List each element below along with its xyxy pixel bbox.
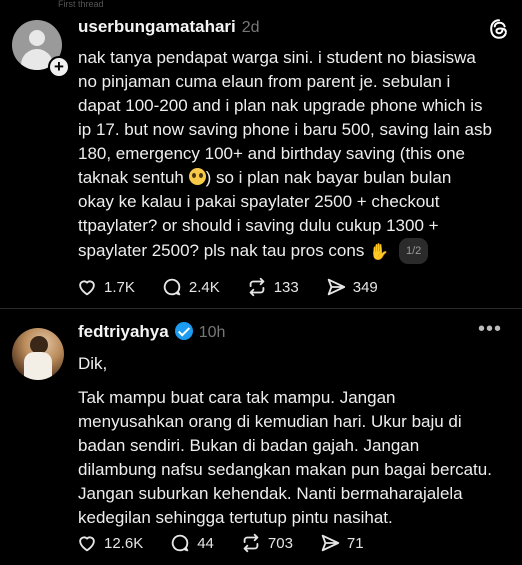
post-line: no pinjaman cuma elaun from parent je. s…	[78, 72, 451, 91]
post-line: Tak mampu buat cara tak mampu. Jangan	[78, 388, 396, 407]
like-button[interactable]: 1.7K	[76, 276, 135, 298]
repost-count: 133	[273, 278, 299, 296]
share-count: 71	[346, 534, 364, 552]
post-header: userbungamatahari 2d	[78, 17, 260, 37]
share-button[interactable]: 71	[319, 532, 364, 554]
repost-icon	[243, 533, 259, 553]
share-icon	[321, 534, 340, 552]
post-line: ip 17. but now saving phone i baru 500, …	[78, 120, 492, 139]
username[interactable]: fedtriyahya	[78, 322, 169, 341]
reply-count: 2.4K	[188, 278, 220, 296]
share-icon	[327, 278, 345, 296]
username[interactable]: userbungamatahari	[78, 17, 236, 36]
reply-icon	[172, 534, 189, 552]
repost-button[interactable]: 703	[240, 532, 293, 554]
post-header: fedtriyahya 10h	[78, 322, 225, 342]
verified-icon	[174, 322, 193, 340]
divider	[0, 308, 522, 309]
post-body: nak tanya pendapat warga sini. i student…	[78, 46, 514, 265]
post-line: dilambung nafsu sedangkan makan pun baga…	[78, 460, 492, 479]
post-line: dapat 100-200 and i plan nak upgrade pho…	[78, 96, 483, 115]
avatar[interactable]	[12, 328, 64, 380]
post-original: + userbungamatahari 2d nak tanya pendapat…	[0, 8, 522, 308]
heart-icon	[79, 536, 95, 552]
post-line: kedegilan sehingga tertutup pintu nasiha…	[78, 508, 393, 527]
post-line: Dik,	[78, 354, 108, 373]
post-line: badan sendiri. Bukan di badan gajah. Jan…	[78, 436, 420, 455]
thread-header-strip: First thread	[0, 0, 522, 8]
post-body: Dik, Tak mampu buat cara tak mampu. Jang…	[78, 352, 514, 530]
post-actions: 12.6K 44 703 71	[76, 532, 390, 554]
post-line: taknak sentuh ) so i plan nak bayar bula…	[78, 168, 452, 187]
like-count: 1.7K	[104, 278, 135, 296]
post-line: menyusahkan orang di kemudian hari. Ukur…	[78, 412, 462, 431]
more-icon[interactable]: •••	[478, 318, 502, 341]
reply-count: 44	[197, 534, 214, 552]
heart-icon	[79, 280, 95, 296]
post-line: okay ke kalau i pakai spaylater 2500 + c…	[78, 192, 440, 211]
repost-icon	[249, 277, 265, 297]
reply-button[interactable]: 2.4K	[161, 276, 220, 298]
share-button[interactable]: 349	[325, 276, 378, 298]
post-actions: 1.7K 2.4K 133 349	[76, 276, 404, 298]
reply-button[interactable]: 44	[169, 532, 214, 554]
post-line: Jangan suburkan kehendak. Nanti bermahar…	[78, 484, 463, 503]
thread-header-text: First thread	[58, 0, 104, 8]
post-line: spaylater 2500? pls nak tau pros cons ✋ 1…	[78, 238, 514, 265]
post-line: 180, emergency 100+ and birthday saving …	[78, 144, 465, 163]
pleading-face-icon	[188, 168, 206, 185]
share-count: 349	[352, 278, 378, 296]
repost-button[interactable]: 133	[246, 276, 299, 298]
post-line: nak tanya pendapat warga sini. i student…	[78, 48, 476, 67]
follow-plus-icon[interactable]: +	[48, 56, 70, 78]
like-count: 12.6K	[104, 534, 144, 552]
post-time: 10h	[198, 324, 226, 341]
like-button[interactable]: 12.6K	[76, 532, 143, 554]
repost-count: 703	[267, 534, 293, 552]
threads-logo-icon[interactable]	[488, 18, 510, 40]
post-line: ttpaylater? or should i saving dulu cuku…	[78, 216, 439, 235]
post-reply: fedtriyahya 10h ••• Dik, Tak mampu buat c…	[0, 318, 522, 565]
post-time: 2d	[241, 19, 260, 36]
folded-hands-icon: ✋	[369, 244, 389, 261]
reply-icon	[163, 278, 181, 296]
page-indicator[interactable]: 1/2	[399, 238, 429, 264]
